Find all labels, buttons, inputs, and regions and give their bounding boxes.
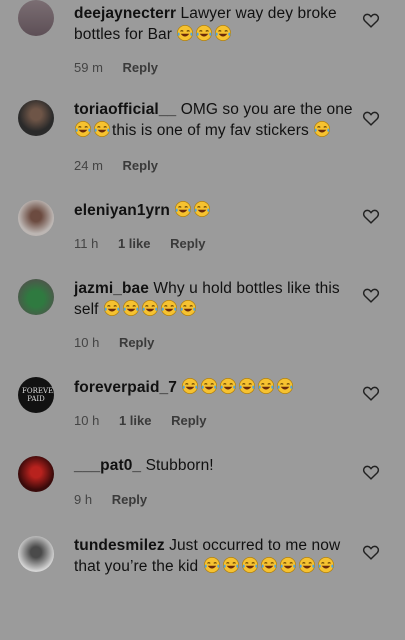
likes-count[interactable]: 1 like [118, 236, 151, 251]
heart-outline-icon[interactable] [362, 110, 380, 126]
face-with-tears-of-joy-icon [177, 24, 194, 42]
heart-outline-icon[interactable] [362, 464, 380, 480]
comment-username[interactable]: eleniyan1yrn [74, 202, 170, 219]
comment-meta: 24 m Reply [74, 158, 174, 173]
comment-time: 10 h [74, 413, 100, 428]
emoji-group [103, 299, 198, 318]
emoji-group [176, 24, 233, 43]
face-with-tears-of-joy-icon [196, 24, 213, 42]
face-with-tears-of-joy-icon [160, 299, 177, 317]
comment-body-2: this is one of my fav stickers [112, 122, 309, 139]
reply-button[interactable]: Reply [170, 236, 205, 251]
heart-outline-icon[interactable] [362, 208, 380, 224]
face-with-tears-of-joy-icon [122, 299, 139, 317]
comment-time: 59 m [74, 60, 103, 75]
face-with-tears-of-joy-icon [93, 120, 111, 138]
comment-time: 11 h [74, 236, 99, 251]
comment-time: 9 h [74, 492, 93, 507]
avatar[interactable] [18, 0, 54, 36]
face-with-tears-of-joy-icon [74, 120, 92, 138]
reply-button[interactable]: Reply [171, 413, 206, 428]
face-with-tears-of-joy-icon [277, 377, 294, 395]
face-with-tears-of-joy-icon [222, 556, 239, 574]
comment-username[interactable]: toriaofficial__ [74, 101, 176, 118]
face-with-tears-of-joy-icon [179, 299, 196, 317]
comment-username[interactable]: jazmi_bae [74, 280, 149, 297]
comment-meta: 10 h Reply [74, 335, 170, 350]
comment-text: deejaynecterr Lawyer way dey broke bottl… [74, 4, 359, 45]
comment-time: 10 h [74, 335, 100, 350]
face-with-tears-of-joy-icon [175, 200, 192, 218]
face-with-tears-of-joy-icon [215, 24, 232, 42]
avatar-logo-text: FOREVER PAID [22, 387, 54, 403]
comment-username[interactable]: deejaynecterr [74, 5, 176, 22]
emoji-group [313, 120, 332, 139]
heart-outline-icon[interactable] [362, 287, 380, 303]
face-with-tears-of-joy-icon [141, 299, 158, 317]
face-with-tears-of-joy-icon [182, 377, 199, 395]
reply-button[interactable]: Reply [119, 335, 154, 350]
avatar[interactable]: FOREVER PAID [18, 377, 54, 413]
face-with-tears-of-joy-icon [260, 556, 277, 574]
comment-time: 24 m [74, 158, 103, 173]
heart-outline-icon[interactable] [362, 12, 380, 28]
face-with-tears-of-joy-icon [239, 377, 256, 395]
emoji-group [174, 200, 212, 219]
emoji-group [181, 377, 295, 396]
emoji-group [203, 556, 336, 575]
face-with-tears-of-joy-icon [314, 120, 331, 138]
comment-username[interactable]: foreverpaid_7 [74, 379, 177, 396]
comment-text: toriaofficial__ OMG so you are the one t… [74, 100, 359, 141]
face-with-tears-of-joy-icon [201, 377, 218, 395]
face-with-tears-of-joy-icon [103, 299, 120, 317]
comment-text: foreverpaid_7 [74, 377, 359, 398]
face-with-tears-of-joy-icon [317, 556, 334, 574]
avatar[interactable] [18, 536, 54, 572]
comment-body: OMG so you are the one [180, 101, 353, 118]
face-with-tears-of-joy-icon [194, 200, 211, 218]
face-with-tears-of-joy-icon [279, 556, 296, 574]
heart-outline-icon[interactable] [362, 544, 380, 560]
heart-outline-icon[interactable] [362, 385, 380, 401]
avatar[interactable] [18, 456, 54, 492]
likes-count[interactable]: 1 like [119, 413, 152, 428]
comment-text: eleniyan1yrn [74, 200, 359, 221]
face-with-tears-of-joy-icon [241, 556, 258, 574]
avatar[interactable] [18, 200, 54, 236]
comment-body: Stubborn! [145, 457, 214, 474]
comment-text: tundesmilez Just occurred to me now that… [74, 536, 359, 577]
comment-meta: 59 m Reply [74, 60, 174, 75]
reply-button[interactable]: Reply [123, 158, 158, 173]
comment-text: ___pat0_ Stubborn! [74, 456, 359, 476]
reply-button[interactable]: Reply [112, 492, 147, 507]
reply-button[interactable]: Reply [123, 60, 158, 75]
avatar[interactable] [18, 279, 54, 315]
face-with-tears-of-joy-icon [298, 556, 315, 574]
comment-meta: 9 h Reply [74, 492, 163, 507]
avatar[interactable] [18, 100, 54, 136]
face-with-tears-of-joy-icon [203, 556, 220, 574]
face-with-tears-of-joy-icon [220, 377, 237, 395]
comment-meta: 11 h 1 like Reply [74, 236, 222, 251]
comment-text: jazmi_bae Why u hold bottles like this s… [74, 279, 359, 320]
comment-meta: 10 h 1 like Reply [74, 413, 223, 428]
face-with-tears-of-joy-icon [258, 377, 275, 395]
comment-username[interactable]: ___pat0_ [74, 457, 141, 474]
emoji-group [74, 120, 112, 139]
comment-username[interactable]: tundesmilez [74, 537, 165, 554]
